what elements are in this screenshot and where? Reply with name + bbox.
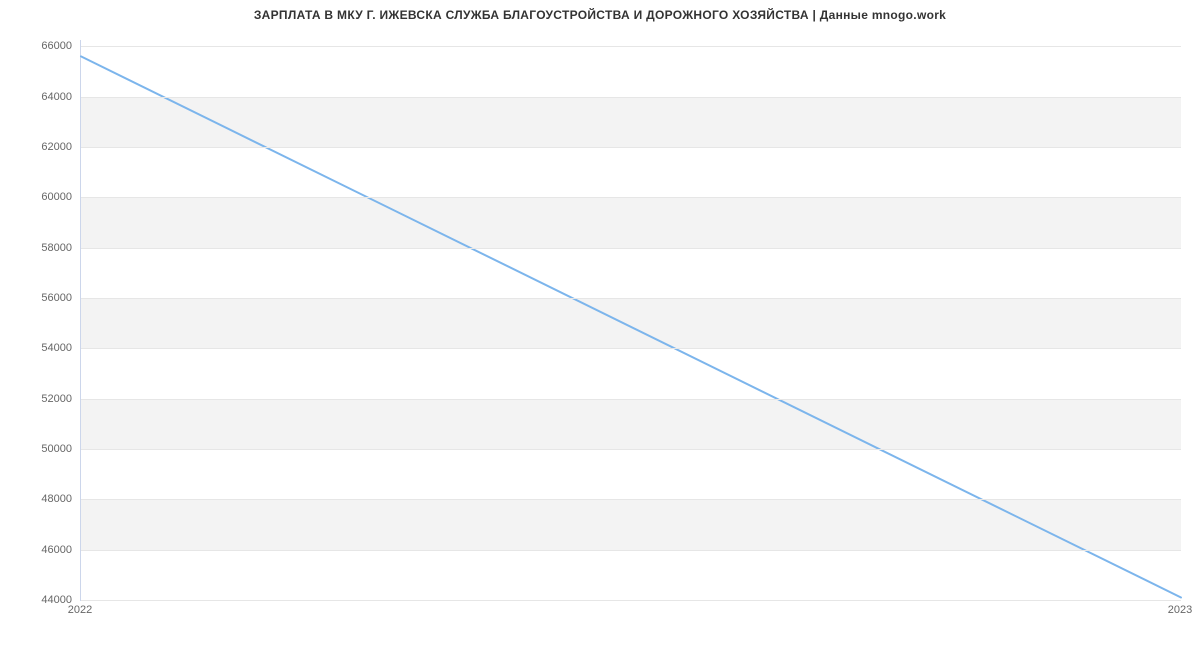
x-tick-label: 2022 (68, 604, 92, 616)
gridline (81, 449, 1181, 450)
y-tick-label: 48000 (41, 493, 72, 505)
chart-container: ЗАРПЛАТА В МКУ Г. ИЖЕВСКА СЛУЖБА БЛАГОУС… (0, 0, 1200, 650)
y-tick-label: 62000 (41, 141, 72, 153)
y-tick-label: 54000 (41, 342, 72, 354)
gridline (81, 499, 1181, 500)
gridline (81, 197, 1181, 198)
y-tick-label: 58000 (41, 242, 72, 254)
plot-area (80, 40, 1181, 601)
y-tick-label: 56000 (41, 292, 72, 304)
gridline (81, 248, 1181, 249)
y-tick-label: 52000 (41, 393, 72, 405)
gridline (81, 399, 1181, 400)
y-tick-label: 60000 (41, 191, 72, 203)
y-tick-label: 66000 (41, 40, 72, 52)
line-series-layer (81, 40, 1181, 600)
gridline (81, 600, 1181, 601)
gridline (81, 46, 1181, 47)
gridline (81, 97, 1181, 98)
gridline (81, 147, 1181, 148)
gridline (81, 298, 1181, 299)
series-line (81, 56, 1181, 597)
y-tick-label: 50000 (41, 443, 72, 455)
y-tick-label: 46000 (41, 544, 72, 556)
x-tick-label: 2023 (1168, 604, 1192, 616)
gridline (81, 550, 1181, 551)
y-tick-label: 64000 (41, 91, 72, 103)
chart-title: ЗАРПЛАТА В МКУ Г. ИЖЕВСКА СЛУЖБА БЛАГОУС… (0, 8, 1200, 22)
gridline (81, 348, 1181, 349)
